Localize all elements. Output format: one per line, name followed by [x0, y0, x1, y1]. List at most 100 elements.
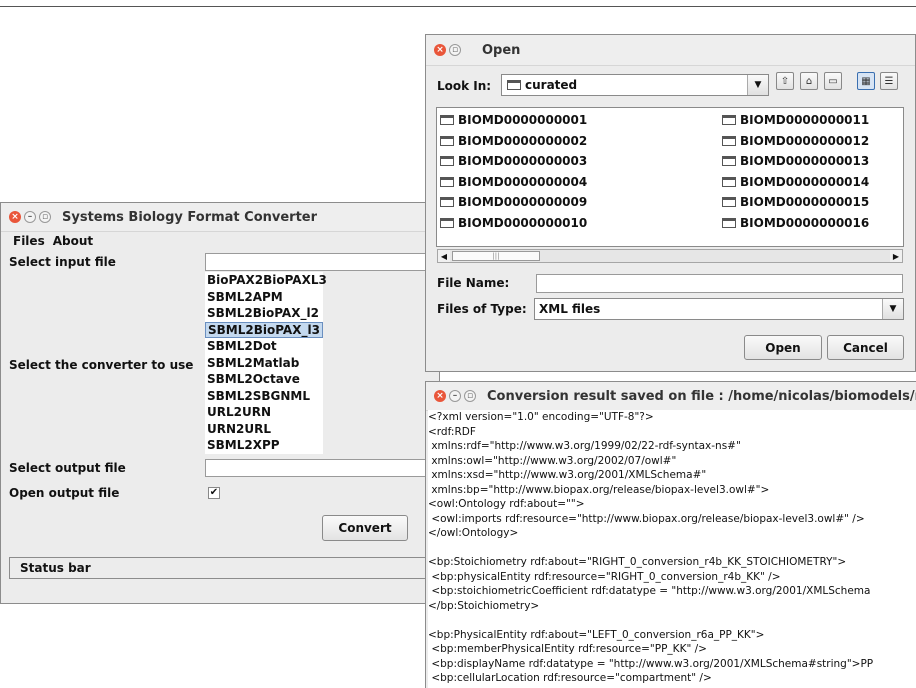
converter-titlebar[interactable]: × – ▫ Systems Biology Format Converter	[1, 203, 439, 232]
xml-line: <bp:physicalEntity rdf:resource="RIGHT_0…	[428, 570, 781, 583]
convert-button[interactable]: Convert	[322, 515, 408, 541]
top-divider	[0, 6, 916, 7]
xml-line: </bp:Stoichiometry>	[428, 599, 540, 612]
converter-option[interactable]: SBML2Matlab	[205, 355, 323, 372]
file-item[interactable]: BIOMD0000000004	[440, 175, 587, 189]
xml-line: xmlns:owl="http://www.w3.org/2002/07/owl…	[428, 454, 677, 467]
look-in-label: Look In:	[437, 79, 492, 93]
xml-line: <bp:PhysicalEntity rdf:about="LEFT_0_con…	[428, 628, 765, 641]
open-output-checkbox[interactable]: ✔	[208, 487, 220, 499]
xml-line: <owl:imports rdf:resource="http://www.bi…	[428, 512, 865, 525]
folder-icon	[507, 80, 521, 90]
maximize-icon[interactable]: ▫	[464, 390, 476, 402]
file-item[interactable]: BIOMD0000000012	[722, 134, 869, 148]
input-file-field[interactable]	[205, 253, 440, 271]
xml-line: <bp:Stoichiometry rdf:about="RIGHT_0_con…	[428, 556, 847, 568]
file-name: BIOMD0000000011	[740, 113, 870, 127]
window-title: Systems Biology Format Converter	[62, 209, 318, 225]
details-view-icon[interactable]: ☰	[880, 72, 898, 90]
file-name: BIOMD0000000014	[740, 174, 870, 189]
converter-option[interactable]: SBML2BioPAX_l3	[205, 321, 323, 338]
converter-option[interactable]: SBML2Dot	[205, 338, 323, 355]
file-name: BIOMD0000000010	[458, 215, 588, 230]
open-titlebar[interactable]: × ▫ Open	[426, 35, 915, 66]
xml-line: <?xml version="1.0" encoding="UTF-8"?>	[428, 411, 654, 423]
xml-line: <bp:displayName rdf:datatype = "http://w…	[428, 657, 874, 670]
xml-line: </owl:Ontology>	[428, 527, 519, 539]
maximize-icon[interactable]: ▫	[449, 44, 461, 56]
minimize-icon[interactable]: –	[449, 390, 461, 402]
xml-line	[428, 541, 916, 556]
converter-option[interactable]: SBML2XPP	[205, 437, 323, 454]
file-item[interactable]: BIOMD0000000009	[440, 195, 587, 209]
result-text-area[interactable]: <?xml version="1.0" encoding="UTF-8"?> <r…	[428, 410, 916, 688]
scroll-right-icon[interactable]: ▶	[890, 250, 902, 262]
folder-icon	[440, 156, 454, 166]
files-of-type-combo[interactable]: XML files ▼	[534, 298, 904, 320]
scroll-thumb[interactable]: |||	[452, 251, 540, 261]
chevron-down-icon[interactable]: ▼	[747, 75, 768, 95]
files-of-type-label: Files of Type:	[437, 302, 527, 316]
xml-line: <bp:cellularLocation rdf:resource="compa…	[428, 672, 712, 684]
file-item[interactable]: BIOMD0000000015	[722, 195, 869, 209]
maximize-icon[interactable]: ▫	[39, 211, 51, 223]
folder-icon	[722, 176, 736, 187]
file-name: BIOMD0000000016	[740, 215, 870, 230]
home-icon[interactable]: ⌂	[800, 72, 818, 90]
folder-icon	[440, 115, 454, 125]
menu-about[interactable]: About	[53, 234, 93, 248]
input-file-label: Select input file	[9, 255, 116, 269]
horizontal-scrollbar[interactable]: ◀ ||| ▶	[437, 249, 903, 263]
file-name: BIOMD0000000004	[458, 174, 588, 189]
close-icon[interactable]: ×	[9, 211, 21, 223]
file-name: BIOMD0000000015	[740, 195, 870, 209]
xml-line	[428, 613, 916, 628]
result-titlebar[interactable]: × – ▫ Conversion result saved on file : …	[426, 382, 916, 411]
up-folder-icon[interactable]: ⇧	[776, 72, 794, 90]
files-of-type-value: XML files	[539, 302, 601, 316]
converter-option[interactable]: URN2URL	[205, 421, 323, 438]
folder-icon	[722, 217, 736, 228]
file-item[interactable]: BIOMD0000000003	[440, 154, 587, 168]
chevron-down-icon[interactable]: ▼	[882, 299, 903, 319]
converter-option[interactable]: SBML2SBGNML	[205, 388, 323, 405]
file-name: BIOMD0000000009	[458, 195, 588, 209]
look-in-combo[interactable]: curated ▼	[501, 74, 769, 96]
output-file-label: Select output file	[9, 461, 126, 475]
open-button[interactable]: Open	[744, 335, 822, 360]
converter-option[interactable]: SBML2Octave	[205, 371, 323, 388]
file-name: BIOMD0000000001	[458, 113, 588, 127]
converter-option[interactable]: SBML2APM	[205, 289, 323, 306]
close-icon[interactable]: ×	[434, 44, 446, 56]
menu-bar: Files About	[1, 232, 439, 250]
list-view-icon[interactable]: ▦	[857, 72, 875, 90]
file-item[interactable]: BIOMD0000000011	[722, 113, 869, 127]
file-item[interactable]: BIOMD0000000010	[440, 216, 587, 230]
converter-list[interactable]: BioPAX2BioPAXL3 SBML2APM SBML2BioPAX_l2 SBM…	[205, 272, 327, 454]
minimize-icon[interactable]: –	[24, 211, 36, 223]
converter-option[interactable]: URL2URN	[205, 404, 323, 421]
file-item[interactable]: BIOMD0000000013	[722, 154, 869, 168]
file-name: BIOMD0000000003	[458, 154, 588, 168]
output-file-field[interactable]	[205, 459, 440, 477]
file-item[interactable]: BIOMD0000000014	[722, 175, 869, 189]
converter-label: Select the converter to use	[9, 358, 194, 372]
xml-line: xmlns:rdf="http://www.w3.org/1999/02/22-…	[428, 440, 741, 452]
folder-icon	[440, 176, 454, 187]
folder-icon	[722, 135, 736, 146]
cancel-button[interactable]: Cancel	[827, 335, 904, 360]
converter-option[interactable]: BioPAX2BioPAXL3	[205, 272, 327, 289]
file-item[interactable]: BIOMD0000000002	[440, 134, 587, 148]
folder-icon	[440, 197, 454, 207]
folder-icon	[440, 135, 454, 146]
file-name-input[interactable]	[536, 274, 903, 293]
menu-files[interactable]: Files	[13, 234, 45, 248]
folder-icon	[722, 156, 736, 166]
file-item[interactable]: BIOMD0000000016	[722, 216, 869, 230]
new-folder-icon[interactable]: ▭	[824, 72, 842, 90]
close-icon[interactable]: ×	[434, 390, 446, 402]
converter-option[interactable]: SBML2BioPAX_l2	[205, 305, 323, 322]
scroll-left-icon[interactable]: ◀	[438, 250, 450, 262]
status-bar: Status bar	[9, 557, 439, 579]
file-item[interactable]: BIOMD0000000001	[440, 113, 587, 127]
